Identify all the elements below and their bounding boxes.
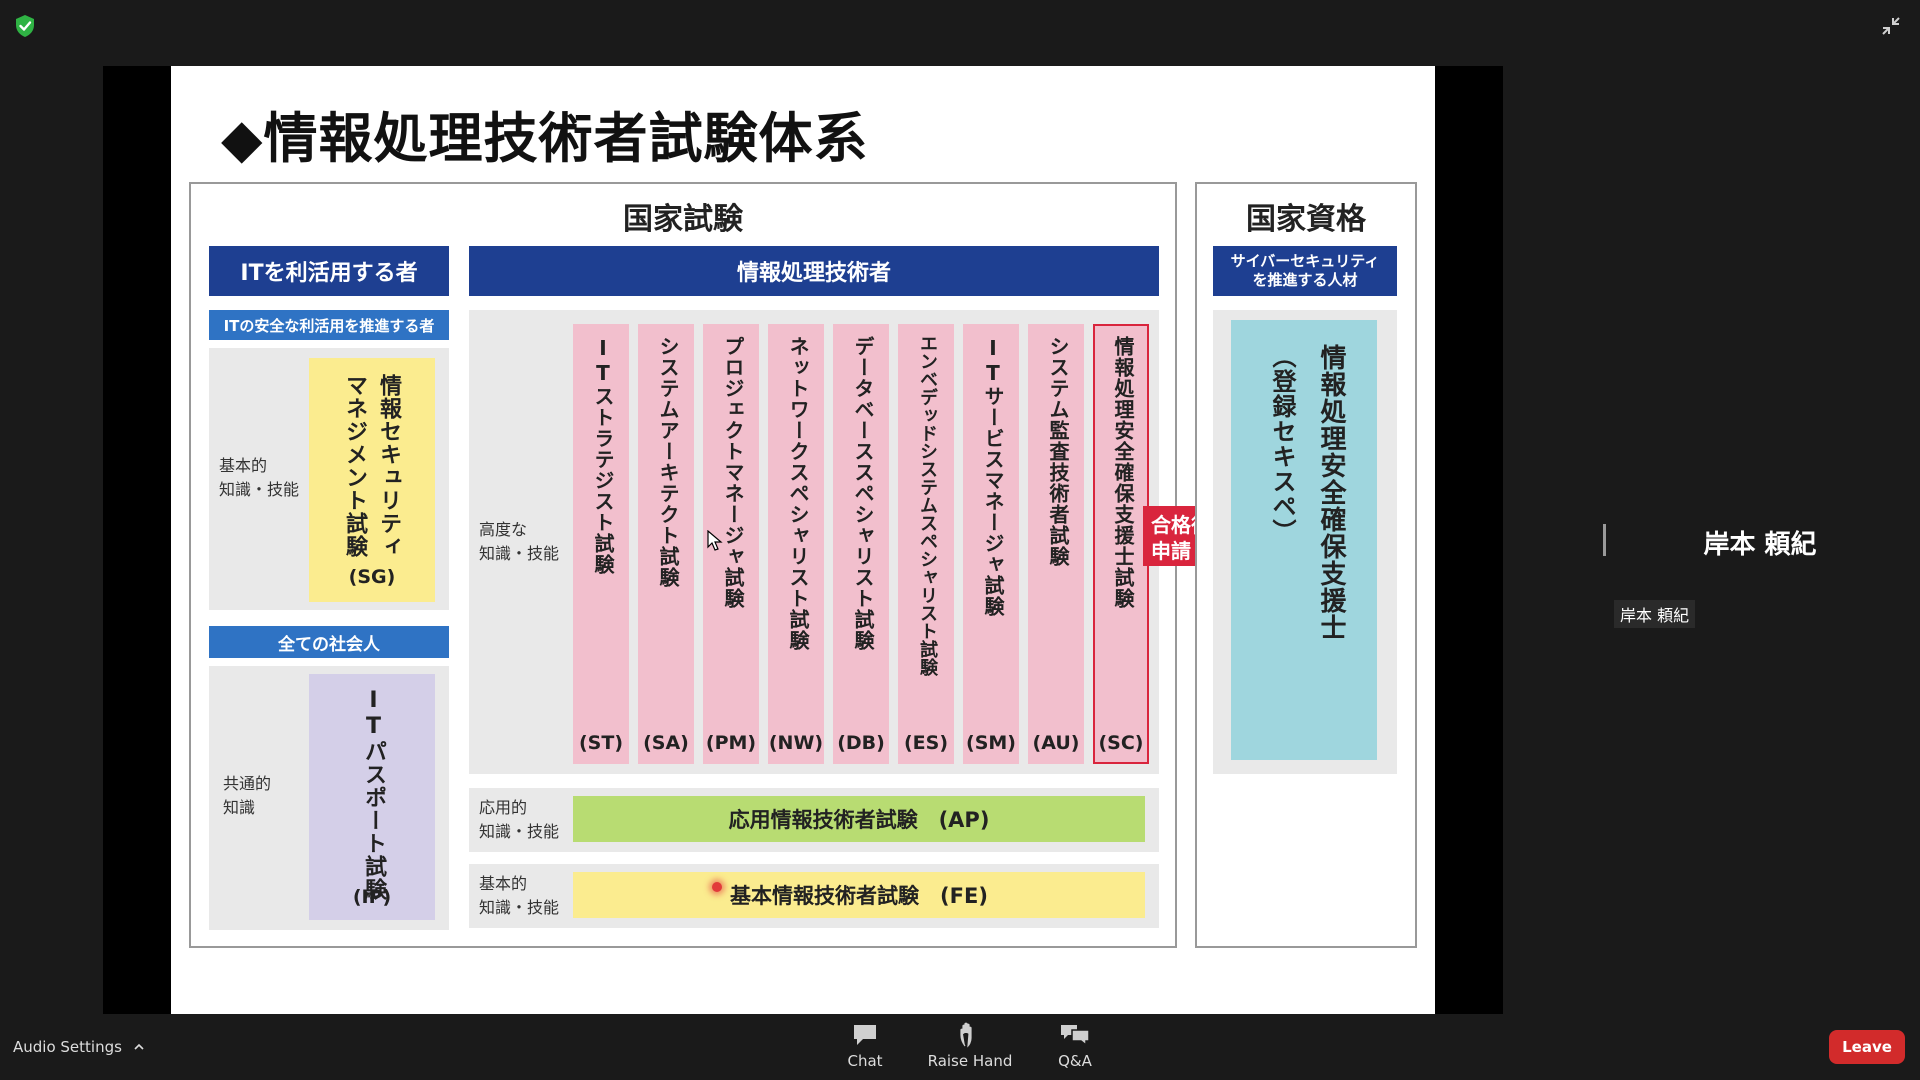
qa-label: Q&A [1058,1052,1092,1070]
fe-skill-label: 基本的 知識・技能 [479,874,560,917]
exam-name: プロジェクトマネージャ試験 [721,336,745,609]
cyber-header: サイバーセキュリティ を推進する人材 [1213,246,1397,296]
exam-column-st: ITストラテジスト試験 (ST) [573,324,629,764]
mouse-cursor-icon [707,530,723,551]
registered-box: 情報処理安全確保支援士 （登録セキスペ） [1231,320,1377,760]
sg-exam-name: 情報セキュリティマネジメント試験 [342,374,401,558]
audio-settings-label: Audio Settings [13,1038,122,1056]
exam-column-sc: 情報処理安全確保支援士試験 (SC) [1093,324,1149,764]
registered-name: 情報処理安全確保支援士 [1316,344,1346,641]
registered-panel: 情報処理安全確保支援士 （登録セキスペ） [1213,310,1397,774]
raise-hand-icon [960,1022,972,1048]
exam-code: (AU) [1032,732,1080,754]
exam-name: 情報処理安全確保支援士試験 [1111,336,1135,609]
it-users-header: ITを利活用する者 [209,246,449,296]
basic-skill-label: 基本的 知識・技能 [219,456,300,499]
chat-button[interactable]: Chat [840,1022,890,1070]
cyber-header-line1: サイバーセキュリティ [1230,252,1380,270]
ip-exam-code: (IP) [352,886,392,908]
exam-column-nw: ネットワークスペシャリスト試験 (NW) [768,324,824,764]
exit-fullscreen-icon[interactable] [1879,14,1903,38]
exam-code: (ST) [578,732,623,754]
exam-code: (NW) [768,732,824,754]
fe-exam-banner: 基本情報技術者試験 (FE) [573,872,1145,918]
chat-icon [854,1025,876,1045]
exam-code: (SA) [643,732,689,754]
registered-sub: （登録セキスペ） [1268,344,1296,544]
leave-button[interactable]: Leave [1829,1030,1905,1064]
ip-exam-name: ITパスポート試験 [361,688,386,901]
exam-column-au: システム監査技術者試験 (AU) [1028,324,1084,764]
active-speaker-name: 岸本 頼紀 [1703,530,1817,560]
exam-column-sa: システムアーキテクト試験 (SA) [638,324,694,764]
exam-code: (ES) [903,732,949,754]
exam-name: エンベデッドシステムスペシャリスト試験 [917,334,938,676]
laser-pointer-dot [712,882,722,892]
exam-code: (SC) [1098,732,1144,754]
ip-panel: 共通的 知識 ITパスポート試験 (IP) [209,666,449,930]
raise-hand-button[interactable]: Raise Hand [925,1022,1015,1070]
applied-skill-label: 応用的 知識・技能 [479,798,560,841]
cyber-header-line2: を推進する人材 [1252,271,1358,289]
exam-column-sm: ITサービスマネージャ試験 (SM) [963,324,1019,764]
sg-exam-box: 情報セキュリティマネジメント試験 (SG) [309,358,435,602]
qa-button[interactable]: Q&A [1050,1022,1100,1070]
sg-panel: 基本的 知識・技能 情報セキュリティマネジメント試験 (SG) [209,348,449,610]
exam-column-es: エンベデッドシステムスペシャリスト試験 (ES) [898,324,954,764]
exam-name: システムアーキテクト試験 [656,336,680,588]
ip-exam-box: ITパスポート試験 (IP) [309,674,435,920]
presentation-slide: ◆情報処理技術者試験体系 国家試験 ITを利活用する者 ITの安全な利活用を推進… [171,66,1435,1014]
shield-check-icon[interactable] [14,14,36,38]
exam-name: ITストラテジスト試験 [591,336,615,575]
ap-exam-banner: 応用情報技術者試験 (AP) [573,796,1145,842]
exam-code: (PM) [705,732,757,754]
exam-code: (SM) [966,732,1016,754]
it-pros-header: 情報処理技術者 [469,246,1159,296]
national-qualification-heading: 国家資格 [1246,202,1366,237]
national-exam-heading: 国家試験 [623,202,743,237]
ap-row: 応用的 知識・技能 応用情報技術者試験 (AP) [469,788,1159,852]
audio-settings-button[interactable]: Audio Settings [13,1038,145,1056]
national-qualification-frame: 国家資格 サイバーセキュリティ を推進する人材 情報処理安全確保支援士 （登録セ… [1195,182,1417,948]
chat-label: Chat [847,1052,883,1070]
exam-name: システム監査技術者試験 [1046,336,1070,567]
sg-exam-code: (SG) [348,566,396,588]
exam-name: ITサービスマネージャ試験 [981,336,1005,617]
slide-title: ◆情報処理技術者試験体系 [221,107,869,170]
exam-name: ネットワークスペシャリスト試験 [786,336,810,651]
fe-row: 基本的 知識・技能 基本情報技術者試験 (FE) [469,864,1159,928]
advanced-skill-label: 高度な 知識・技能 [479,520,560,563]
participant-name-tag: 岸本 頼紀 [1614,600,1696,628]
chevron-up-icon [134,1043,144,1050]
exam-code: (DB) [837,732,885,754]
safe-use-header: ITの安全な利活用を推進する者 [209,310,449,340]
raise-hand-label: Raise Hand [927,1052,1013,1070]
advanced-panel: 高度な 知識・技能 ITストラテジスト試験 (ST) システムアーキテクト試験 … [469,310,1159,774]
qa-icon [1061,1025,1090,1047]
exam-column-db: データベーススペシャリスト試験 (DB) [833,324,889,764]
exam-name: データベーススペシャリスト試験 [851,336,875,651]
all-workers-header: 全ての社会人 [209,626,449,658]
common-skill-label: 共通的 知識 [223,774,272,817]
national-exam-frame: 国家試験 ITを利活用する者 ITの安全な利活用を推進する者 基本的 知識・技能… [189,182,1177,948]
